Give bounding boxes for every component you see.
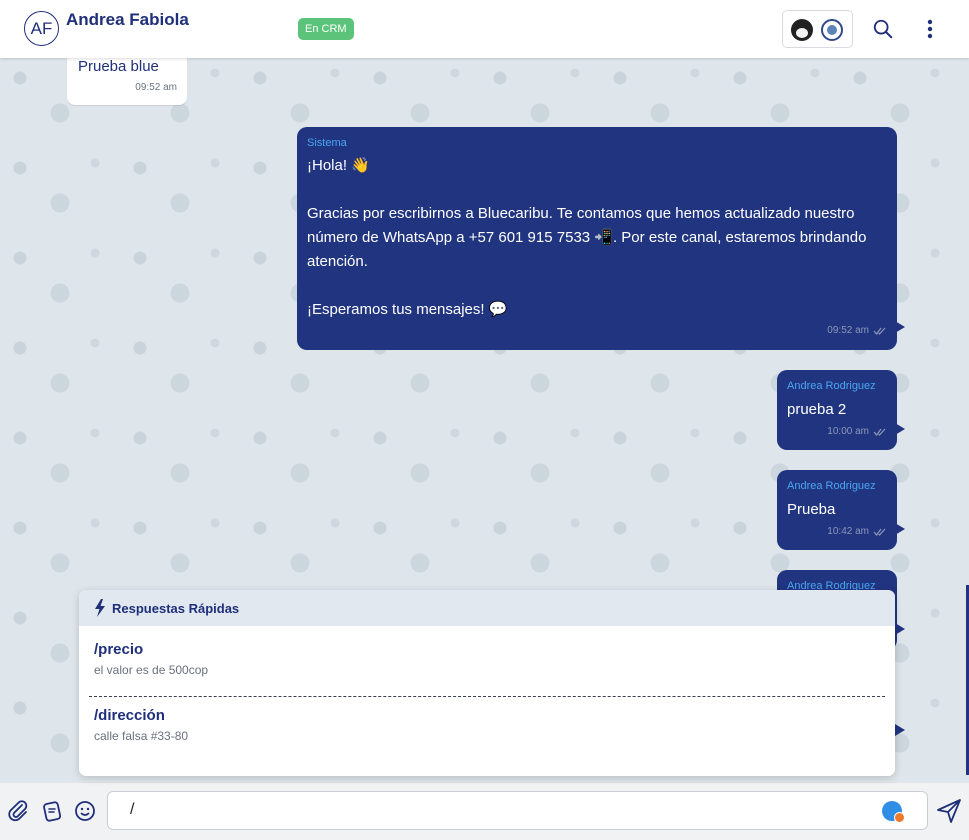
message-time: 10:42 am [827, 526, 869, 537]
composer-bar: / [0, 782, 969, 840]
message-input-value: / [130, 801, 135, 818]
attach-button[interactable] [4, 797, 32, 825]
message-time: 09:52 am [135, 82, 177, 93]
message-time: 09:52 am [827, 325, 869, 336]
outgoing-message[interactable]: Sistema ¡Hola! 👋 Gracias por escribirnos… [297, 127, 905, 350]
templates-button[interactable] [38, 797, 66, 825]
agent-avatar[interactable] [821, 19, 843, 41]
lightning-icon [95, 599, 105, 617]
double-check-icon [873, 428, 886, 436]
send-icon [937, 799, 961, 823]
assigned-agents[interactable] [782, 10, 853, 48]
message-meta: 09:52 am [827, 325, 887, 336]
crm-status-badge[interactable]: En CRM [298, 18, 354, 40]
message-text: Prueba [787, 501, 836, 518]
message-sender: Sistema [307, 137, 347, 149]
template-icon [43, 801, 62, 822]
outgoing-message[interactable]: Andrea Rodriguez Prueba 10:42 am [777, 470, 905, 550]
divider [89, 696, 885, 697]
quick-reply-text: calle falsa #33-80 [94, 729, 189, 743]
message-text: Prueba blue [78, 58, 159, 75]
menu-button[interactable] [915, 14, 945, 44]
message-meta: 10:42 am [827, 526, 887, 537]
search-button[interactable] [868, 14, 898, 44]
incoming-message[interactable]: Prueba blue 09:52 am [67, 50, 187, 105]
kebab-menu-icon [927, 19, 933, 39]
quick-replies-header: Respuestas Rápidas [79, 590, 895, 626]
quick-reply-item[interactable]: /precio el valor es de 500cop [94, 641, 208, 677]
search-icon [873, 19, 893, 39]
message-input[interactable]: / [107, 791, 928, 830]
contact-avatar[interactable]: AF [24, 11, 59, 46]
avatar-initials: AF [30, 18, 53, 38]
chat-header: AF Andrea Fabiola En CRM [0, 0, 969, 58]
contact-name[interactable]: Andrea Fabiola [66, 10, 189, 30]
message-sender: Andrea Rodriguez [787, 380, 876, 392]
grammar-check-icon[interactable] [882, 801, 905, 823]
message-text: prueba 2 [787, 401, 847, 418]
quick-replies-title: Respuestas Rápidas [112, 600, 240, 616]
paperclip-icon [8, 800, 28, 822]
outgoing-message[interactable]: Andrea Rodriguez prueba 2 10:00 am [777, 370, 905, 450]
message-meta: 10:00 am [827, 426, 887, 437]
double-check-icon [873, 327, 886, 335]
emoji-button[interactable] [71, 797, 99, 825]
emoji-icon [75, 801, 95, 821]
double-check-icon [873, 528, 886, 536]
message-sender: Andrea Rodriguez [787, 480, 876, 492]
quick-replies-panel: Respuestas Rápidas /precio el valor es d… [79, 590, 895, 776]
quick-reply-command: /dirección [94, 707, 165, 724]
send-button[interactable] [935, 797, 963, 825]
quick-reply-text: el valor es de 500cop [94, 663, 209, 677]
quick-reply-command: /precio [94, 641, 144, 658]
message-text: ¡Hola! 👋 Gracias por escribirnos a Bluec… [307, 157, 867, 318]
quick-reply-item[interactable]: /dirección calle falsa #33-80 [94, 707, 188, 743]
message-time: 10:00 am [827, 426, 869, 437]
agent-avatar[interactable] [791, 19, 813, 41]
